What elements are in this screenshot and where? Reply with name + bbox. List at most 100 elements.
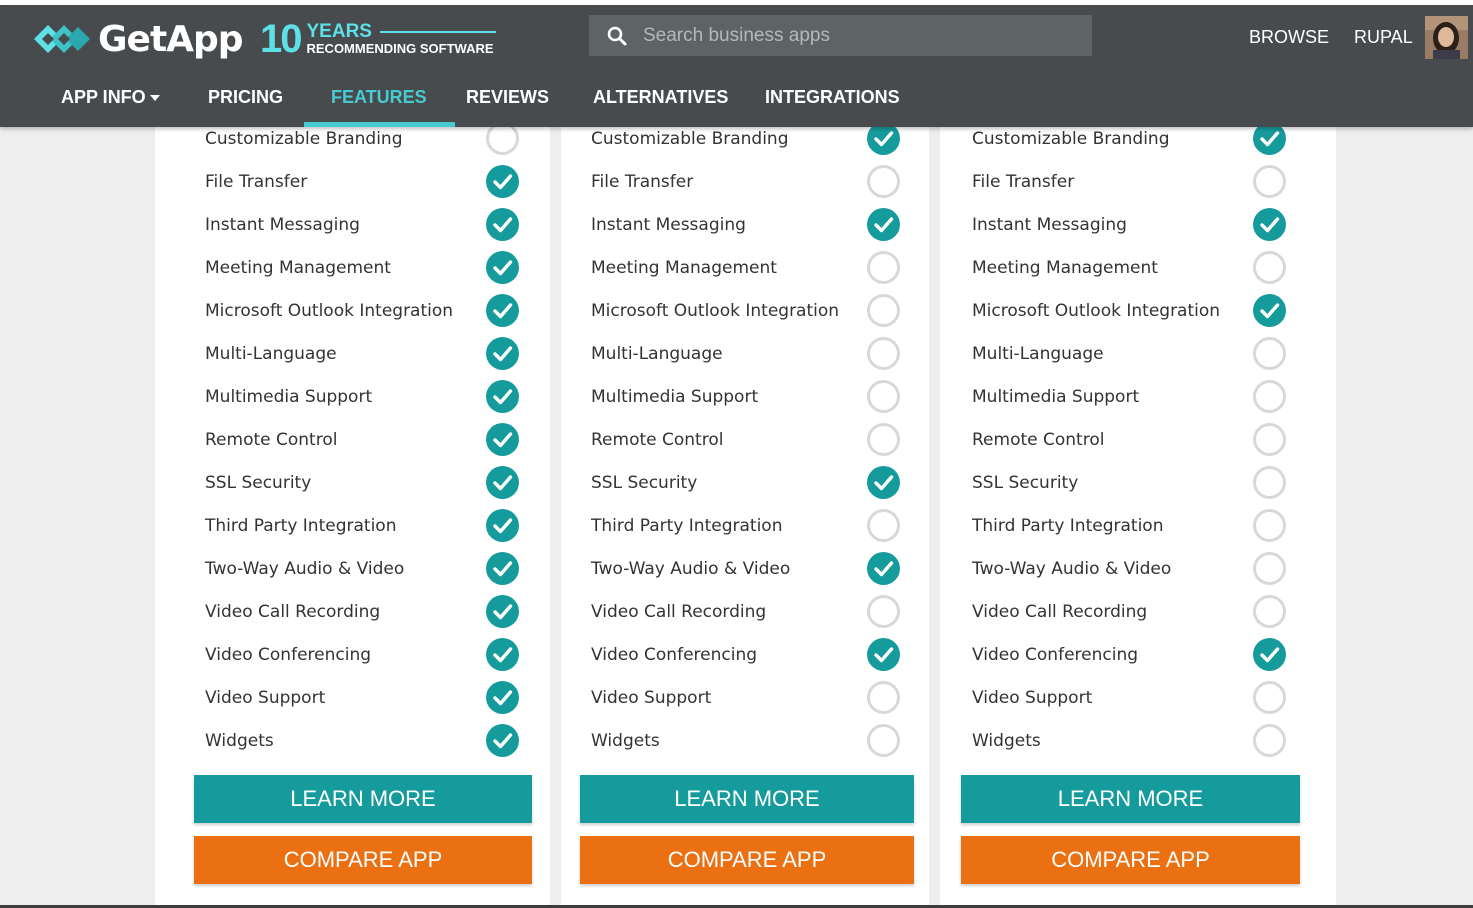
check-circle-icon — [1253, 294, 1286, 327]
empty-circle-icon — [867, 724, 900, 757]
feature-label: Video Conferencing — [972, 644, 1139, 665]
check-circle-icon — [486, 681, 519, 714]
feature-label: Video Conferencing — [591, 644, 758, 665]
check-circle-icon — [486, 165, 519, 198]
tab-features[interactable]: FEATURES — [304, 76, 455, 127]
tab-label: INTEGRATIONS — [765, 87, 900, 107]
feature-label: Two-Way Audio & Video — [972, 558, 1172, 579]
feature-row: Third Party Integration — [205, 504, 396, 547]
app-column-1: Customizable Branding File Transfer Instan… — [155, 0, 550, 908]
top-navigation-bar: GetApp 10 YEARS RECOMMENDING SOFTWARE BR… — [0, 5, 1473, 127]
feature-row: Video Call Recording — [591, 590, 766, 633]
empty-circle-icon — [1253, 423, 1286, 456]
feature-row: Meeting Management — [205, 246, 391, 289]
compare-app-button[interactable]: COMPARE APP — [580, 836, 914, 884]
check-circle-icon — [1253, 638, 1286, 671]
feature-label: Two-Way Audio & Video — [591, 558, 791, 579]
learn-more-button[interactable]: LEARN MORE — [194, 775, 532, 823]
search-input[interactable] — [641, 23, 1065, 48]
empty-circle-icon — [1253, 509, 1286, 542]
app-column-2: Customizable Branding File Transfer Instan… — [561, 0, 929, 908]
tab-integrations[interactable]: INTEGRATIONS — [765, 76, 900, 127]
feature-row: Video Call Recording — [205, 590, 380, 633]
search-icon[interactable] — [607, 26, 627, 46]
feature-row: Video Conferencing — [205, 633, 371, 676]
feature-row: SSL Security — [591, 461, 697, 504]
check-circle-icon — [486, 423, 519, 456]
feature-row: Widgets — [205, 719, 274, 762]
feature-row: Third Party Integration — [591, 504, 782, 547]
tab-label: APP INFO — [61, 87, 146, 107]
empty-circle-icon — [1253, 337, 1286, 370]
feature-label: Video Call Recording — [205, 601, 381, 622]
feature-label: Customizable Branding — [205, 128, 403, 149]
feature-label: Microsoft Outlook Integration — [205, 300, 454, 321]
feature-label: Video Call Recording — [972, 601, 1148, 622]
feature-row: Two-Way Audio & Video — [591, 547, 790, 590]
getapp-logo[interactable]: GetApp — [34, 17, 244, 61]
compare-app-button[interactable]: COMPARE APP — [194, 836, 532, 884]
check-circle-icon — [486, 724, 519, 757]
badge-rule — [379, 30, 496, 33]
empty-circle-icon — [867, 595, 900, 628]
feature-label: Widgets — [205, 730, 274, 751]
feature-label: Multimedia Support — [972, 386, 1140, 407]
feature-row: File Transfer — [591, 160, 693, 203]
feature-label: Widgets — [972, 730, 1041, 751]
compare-app-button[interactable]: COMPARE APP — [961, 836, 1300, 884]
empty-circle-icon — [1253, 165, 1286, 198]
feature-label: Widgets — [591, 730, 660, 751]
feature-row: Microsoft Outlook Integration — [972, 289, 1220, 332]
check-circle-icon — [486, 251, 519, 284]
empty-circle-icon — [1253, 466, 1286, 499]
empty-circle-icon — [1253, 724, 1286, 757]
search-bar[interactable] — [589, 15, 1092, 56]
feature-label: Customizable Branding — [972, 128, 1170, 149]
feature-row: Video Support — [205, 676, 325, 719]
tab-label: REVIEWS — [466, 87, 550, 107]
check-circle-icon — [486, 294, 519, 327]
feature-row: Video Support — [591, 676, 711, 719]
check-circle-icon — [486, 638, 519, 671]
check-circle-icon — [486, 208, 519, 241]
check-circle-icon — [486, 509, 519, 542]
feature-row: Widgets — [591, 719, 660, 762]
feature-row: Video Conferencing — [591, 633, 757, 676]
badge-years: YEARS — [306, 20, 372, 42]
check-circle-icon — [486, 337, 519, 370]
feature-row: Meeting Management — [591, 246, 777, 289]
feature-row: SSL Security — [205, 461, 311, 504]
check-circle-icon — [486, 466, 519, 499]
browse-link[interactable]: BROWSE — [1249, 27, 1329, 48]
feature-label: Video Support — [972, 687, 1093, 708]
feature-row: Third Party Integration — [972, 504, 1163, 547]
badge-subtitle: RECOMMENDING SOFTWARE — [306, 40, 494, 56]
tab-alternatives[interactable]: ALTERNATIVES — [593, 76, 728, 127]
check-circle-icon — [486, 552, 519, 585]
feature-label: Two-Way Audio & Video — [205, 558, 405, 579]
feature-row: Instant Messaging — [972, 203, 1127, 246]
feature-row: Microsoft Outlook Integration — [205, 289, 453, 332]
empty-circle-icon — [1253, 251, 1286, 284]
learn-more-button[interactable]: LEARN MORE — [961, 775, 1300, 823]
check-circle-icon — [486, 595, 519, 628]
user-menu-link[interactable]: RUPAL — [1354, 27, 1413, 48]
feature-row: Multi-Language — [972, 332, 1104, 375]
feature-label: File Transfer — [591, 171, 694, 192]
tab-app-info[interactable]: APP INFO — [61, 76, 160, 127]
badge-number: 10 — [260, 16, 302, 61]
feature-label: Multimedia Support — [205, 386, 373, 407]
tab-reviews[interactable]: REVIEWS — [466, 76, 549, 127]
feature-row: Two-Way Audio & Video — [972, 547, 1171, 590]
feature-label: File Transfer — [972, 171, 1075, 192]
avatar[interactable] — [1424, 16, 1468, 59]
ten-years-badge: 10 YEARS RECOMMENDING SOFTWARE — [260, 17, 496, 61]
feature-row: Video Call Recording — [972, 590, 1147, 633]
empty-circle-icon — [867, 681, 900, 714]
feature-label: Customizable Branding — [591, 128, 789, 149]
tab-pricing[interactable]: PRICING — [208, 76, 283, 127]
learn-more-button[interactable]: LEARN MORE — [580, 775, 914, 823]
feature-label: Instant Messaging — [972, 214, 1127, 235]
getapp-diamond-icon — [34, 25, 90, 53]
feature-label: Microsoft Outlook Integration — [591, 300, 840, 321]
